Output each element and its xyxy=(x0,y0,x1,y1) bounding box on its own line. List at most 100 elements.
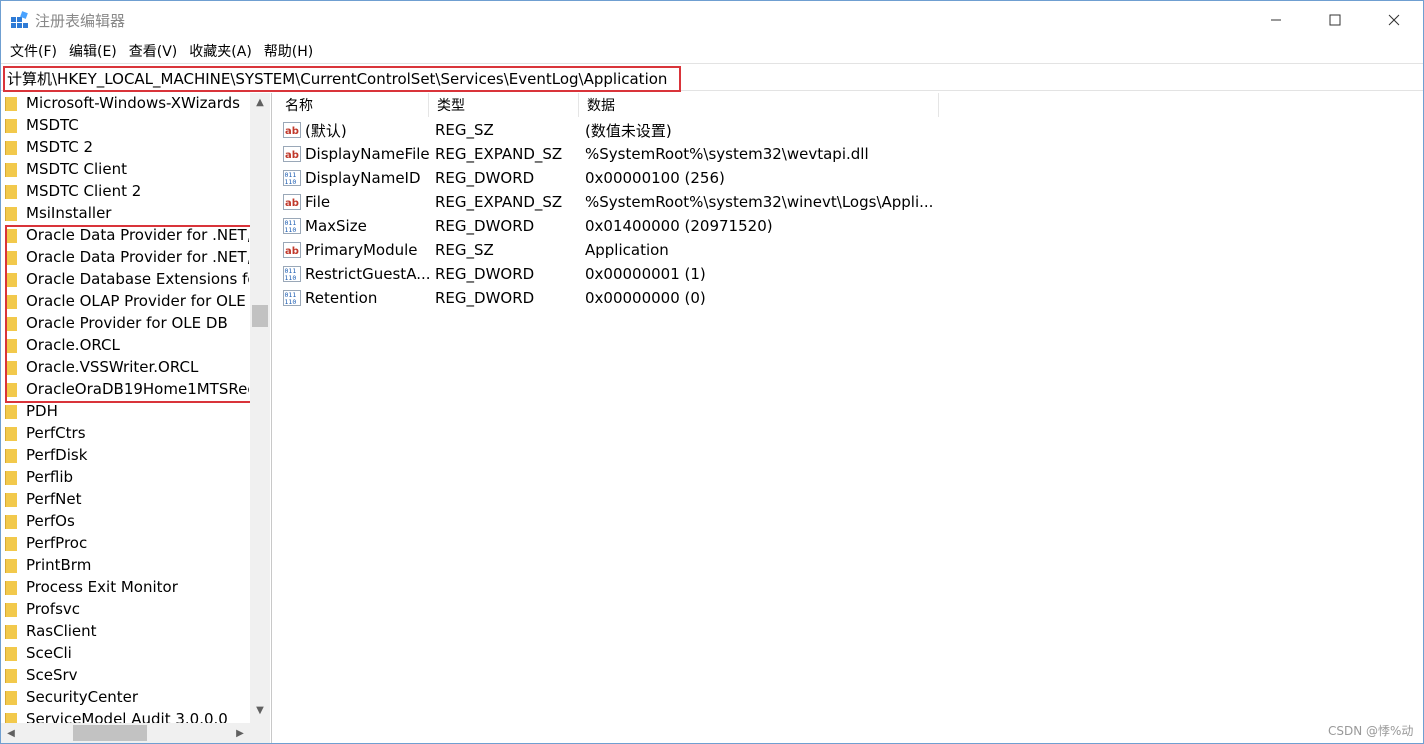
scroll-right-arrow-icon[interactable]: ▶ xyxy=(230,723,250,743)
minimize-button[interactable] xyxy=(1253,1,1299,39)
column-header-name[interactable]: 名称 xyxy=(277,93,429,117)
folder-icon xyxy=(5,579,17,595)
tree-item-label: PDH xyxy=(26,402,58,420)
tree-item[interactable]: PrintBrm xyxy=(5,554,249,576)
menu-edit[interactable]: 编辑(E) xyxy=(64,39,122,63)
tree-item-label: PerfProc xyxy=(26,534,88,552)
folder-icon xyxy=(5,117,17,133)
string-value-icon: ab xyxy=(283,193,301,211)
menu-view[interactable]: 查看(V) xyxy=(124,39,183,63)
menu-file[interactable]: 文件(F) xyxy=(5,39,62,63)
tree-item[interactable]: SecurityCenter xyxy=(5,686,249,708)
tree-item[interactable]: PerfNet xyxy=(5,488,249,510)
tree-item[interactable]: PDH xyxy=(5,400,249,422)
menu-bar: 文件(F) 编辑(E) 查看(V) 收藏夹(A) 帮助(H) xyxy=(1,39,1423,63)
value-data: 0x00000001 (1) xyxy=(585,265,706,283)
table-row[interactable]: ab PrimaryModule REG_SZ Application xyxy=(277,238,1423,262)
address-highlight-box xyxy=(3,66,681,92)
title-bar: 注册表编辑器 xyxy=(1,1,1423,39)
tree-item-label: PerfNet xyxy=(26,490,82,508)
table-row[interactable]: ab DisplayNameFile REG_EXPAND_SZ %SystemRoo… xyxy=(277,142,1423,166)
registry-editor-window: 注册表编辑器 文件(F) 编辑(E) 查看(V) 收藏夹(A) 帮助(H) 计算… xyxy=(0,0,1424,744)
value-name: RestrictGuestA... xyxy=(305,265,429,283)
column-header-data[interactable]: 数据 xyxy=(579,93,939,117)
scroll-down-arrow-icon[interactable]: ▼ xyxy=(250,701,270,719)
tree-item-label: Process Exit Monitor xyxy=(26,578,178,596)
window-title: 注册表编辑器 xyxy=(35,12,126,30)
table-row[interactable]: 011 110 MaxSize REG_DWORD 0x01400000 (209715… xyxy=(277,214,1423,238)
tree-item[interactable]: PerfProc xyxy=(5,532,249,554)
tree-item-label: MSDTC Client xyxy=(26,160,127,178)
value-data: 0x00000100 (256) xyxy=(585,169,725,187)
value-name: PrimaryModule xyxy=(305,241,418,259)
tree-item[interactable]: PerfCtrs xyxy=(5,422,249,444)
tree-item-label: SceCli xyxy=(26,644,72,662)
folder-icon xyxy=(5,447,17,463)
value-data: (数值未设置) xyxy=(585,121,672,140)
folder-icon xyxy=(5,161,17,177)
tree-item[interactable]: MsiInstaller xyxy=(5,202,249,224)
folder-icon xyxy=(5,183,17,199)
scroll-up-arrow-icon[interactable]: ▲ xyxy=(250,93,270,111)
menu-favorites[interactable]: 收藏夹(A) xyxy=(184,39,257,63)
tree-vertical-scrollbar[interactable]: ▲ ▼ xyxy=(250,93,270,723)
tree-item-label: SecurityCenter xyxy=(26,688,139,706)
folder-icon xyxy=(5,535,17,551)
tree-item[interactable]: PerfOs xyxy=(5,510,249,532)
tree-item[interactable]: Microsoft-Windows-XWizards xyxy=(5,93,249,114)
table-row[interactable]: 011 110 RestrictGuestA... REG_DWORD 0x000000… xyxy=(277,262,1423,286)
table-row[interactable]: ab (默认) REG_SZ (数值未设置) xyxy=(277,118,1423,142)
close-button[interactable] xyxy=(1371,1,1417,39)
scrollbar-corner xyxy=(250,723,270,743)
folder-icon xyxy=(5,623,17,639)
menu-help[interactable]: 帮助(H) xyxy=(259,39,318,63)
maximize-button[interactable] xyxy=(1312,1,1358,39)
value-type: REG_DWORD xyxy=(435,265,535,283)
tree-item[interactable]: MSDTC xyxy=(5,114,249,136)
tree-item-label: PerfOs xyxy=(26,512,75,530)
table-row[interactable]: 011 110 DisplayNameID REG_DWORD 0x00000100 (… xyxy=(277,166,1423,190)
tree-item[interactable]: MSDTC Client 2 xyxy=(5,180,249,202)
horizontal-scroll-thumb[interactable] xyxy=(73,725,147,741)
tree-item[interactable]: MSDTC Client xyxy=(5,158,249,180)
scroll-left-arrow-icon[interactable]: ◀ xyxy=(1,723,21,743)
tree-item-label: MSDTC xyxy=(26,116,79,134)
values-pane[interactable]: 名称 类型 数据 ab (默认) REG_SZ (数值未设置) ab DisplayNam… xyxy=(277,93,1423,743)
value-data: 0x01400000 (20971520) xyxy=(585,217,773,235)
column-header-type[interactable]: 类型 xyxy=(429,93,579,117)
tree-item[interactable]: PerfDisk xyxy=(5,444,249,466)
tree-item[interactable]: SceSrv xyxy=(5,664,249,686)
address-bar[interactable]: 计算机\HKEY_LOCAL_MACHINE\SYSTEM\CurrentCon… xyxy=(1,63,1423,92)
key-tree-pane[interactable]: Microsoft-Windows-XWizards MSDTC MSDTC 2 MS… xyxy=(1,93,272,743)
value-data: %SystemRoot%\system32\wevtapi.dll xyxy=(585,145,869,163)
table-row[interactable]: ab File REG_EXPAND_SZ %SystemRoot%\system32… xyxy=(277,190,1423,214)
registry-editor-icon xyxy=(11,11,28,28)
value-name-cell: ab File xyxy=(283,190,429,214)
table-row[interactable]: 011 110 Retention REG_DWORD 0x00000000 (0) xyxy=(277,286,1423,310)
value-name: MaxSize xyxy=(305,217,367,235)
tree-item-label: PrintBrm xyxy=(26,556,92,574)
folder-icon xyxy=(5,425,17,441)
value-name: (默认) xyxy=(305,121,347,140)
folder-icon xyxy=(5,667,17,683)
tree-item[interactable]: Profsvc xyxy=(5,598,249,620)
svg-text:ab: ab xyxy=(285,246,299,257)
string-value-icon: ab xyxy=(283,121,301,139)
value-type: REG_DWORD xyxy=(435,289,535,307)
binary-value-icon: 011 110 xyxy=(283,217,301,235)
folder-icon xyxy=(5,491,17,507)
tree-item[interactable]: SceCli xyxy=(5,642,249,664)
svg-text:110: 110 xyxy=(285,298,297,306)
vertical-scroll-thumb[interactable] xyxy=(252,305,268,327)
value-name-cell: 011 110 RestrictGuestA... xyxy=(283,262,429,286)
svg-text:ab: ab xyxy=(285,198,299,209)
tree-item[interactable]: MSDTC 2 xyxy=(5,136,249,158)
tree-horizontal-scrollbar[interactable]: ◀ ▶ xyxy=(1,723,250,743)
folder-icon xyxy=(5,557,17,573)
tree-item-label: PerfDisk xyxy=(26,446,88,464)
tree-item[interactable]: Perflib xyxy=(5,466,249,488)
watermark-text: CSDN @悸%动 xyxy=(1328,724,1414,738)
tree-item[interactable]: Process Exit Monitor xyxy=(5,576,249,598)
tree-item[interactable]: RasClient xyxy=(5,620,249,642)
minimize-icon xyxy=(1271,19,1281,21)
